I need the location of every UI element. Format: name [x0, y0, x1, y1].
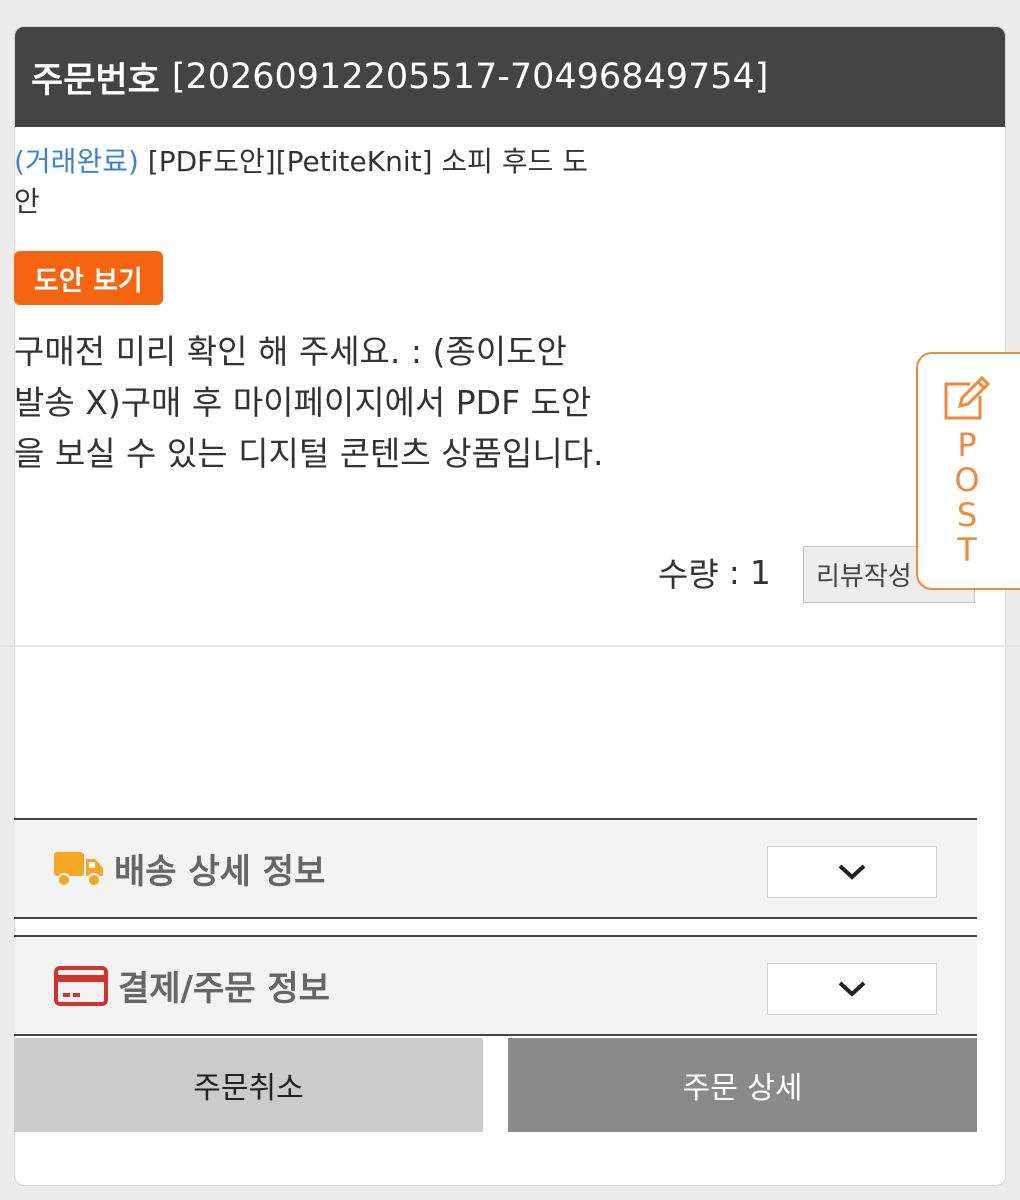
post-letter: T [957, 531, 977, 569]
post-letter: P [957, 426, 977, 464]
quantity: 수량 : 1 [658, 548, 771, 596]
post-letter: S [956, 496, 978, 534]
truck-icon [54, 850, 104, 888]
payment-order-title: 결제/주문 정보 [118, 969, 330, 1009]
quantity-value: 1 [749, 552, 771, 592]
chevron-down-icon [838, 864, 866, 880]
cancel-order-button[interactable]: 주문취소 [14, 1038, 483, 1132]
product-notice: 구매전 미리 확인 해 주세요. : (종이도안 발송 X)구매 후 마이페이지… [14, 332, 604, 473]
quantity-separator: : [728, 552, 740, 592]
order-status: (거래완료) [14, 145, 139, 178]
post-label: P O S T [954, 428, 979, 568]
order-number: [20260912205517-70496849754] [171, 57, 769, 97]
shipping-details-accordion[interactable]: 배송 상세 정보 [14, 818, 977, 919]
edit-icon [944, 376, 991, 420]
order-header: 주문번호 [20260912205517-70496849754] [15, 27, 1005, 127]
payment-order-accordion[interactable]: 결제/주문 정보 [14, 935, 977, 1036]
payment-expand-toggle[interactable] [767, 963, 937, 1015]
view-pattern-button[interactable]: 도안 보기 [14, 251, 163, 305]
chevron-down-icon [838, 981, 866, 997]
shipping-details-title: 배송 상세 정보 [114, 852, 326, 892]
post-letter: O [954, 461, 980, 499]
section-divider [0, 645, 1020, 647]
post-floating-tab[interactable]: P O S T [916, 352, 1020, 590]
order-detail-button[interactable]: 주문 상세 [508, 1038, 977, 1132]
quantity-label: 수량 [658, 555, 719, 594]
credit-card-icon [54, 965, 108, 1006]
product-title[interactable]: (거래완료) [PDF도안][PetiteKnit] 소피 후드 도안 [14, 142, 594, 222]
shipping-expand-toggle[interactable] [767, 846, 937, 898]
write-review-label: 리뷰작성 [816, 562, 912, 592]
order-number-label: 주문번호 [31, 60, 160, 101]
